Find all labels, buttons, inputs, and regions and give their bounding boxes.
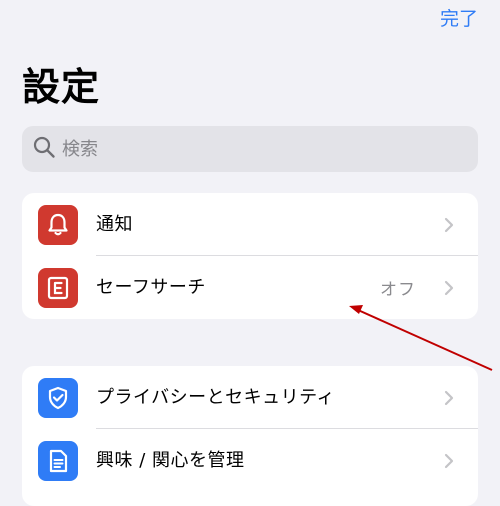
document-icon: [38, 440, 78, 481]
safesearch-label: セーフサーチ: [96, 276, 206, 298]
chevron-right-icon: [444, 217, 454, 232]
settings-group-2: プライバシーとセキュリティ 興味 / 関心を管理: [22, 366, 478, 506]
search-icon: [32, 135, 56, 163]
notifications-row[interactable]: 通知: [22, 193, 478, 256]
safesearch-row[interactable]: セーフサーチ オフ: [22, 256, 478, 319]
bell-icon: [38, 204, 78, 245]
chevron-right-icon: [444, 390, 454, 405]
safesearch-value: オフ: [380, 280, 416, 300]
safesearch-e-icon: [38, 267, 78, 308]
notifications-label: 通知: [96, 213, 133, 235]
done-button[interactable]: 完了: [440, 6, 478, 32]
search-input[interactable]: [62, 138, 442, 160]
shield-check-icon: [38, 377, 78, 418]
search-bar[interactable]: [22, 126, 478, 172]
privacy-security-row[interactable]: プライバシーとセキュリティ: [22, 366, 478, 429]
privacy-security-label: プライバシーとセキュリティ: [96, 386, 336, 408]
chevron-right-icon: [444, 453, 454, 468]
chevron-right-icon: [444, 280, 454, 295]
manage-interests-label: 興味 / 関心を管理: [96, 449, 245, 471]
settings-group-1: 通知 セーフサーチ オフ: [22, 193, 478, 319]
manage-interests-row[interactable]: 興味 / 関心を管理: [22, 429, 478, 492]
page-title: 設定: [22, 65, 101, 109]
